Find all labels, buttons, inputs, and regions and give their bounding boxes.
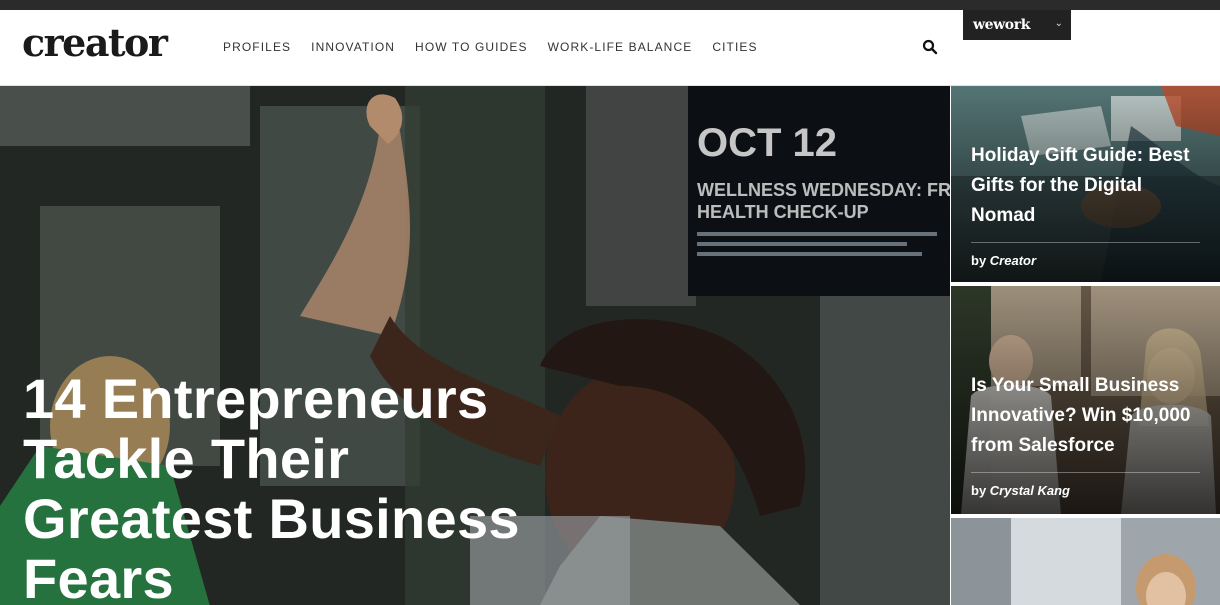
divider [971, 242, 1200, 243]
divider [971, 472, 1200, 473]
nav-item-profiles[interactable]: PROFILES [223, 40, 291, 54]
byline-prefix: by [971, 253, 987, 268]
hero-title[interactable]: 14 Entrepreneurs Tackle Their Greatest B… [23, 369, 583, 605]
site-logo[interactable]: creator [22, 24, 168, 62]
story-card[interactable]: Is Your Small Business Innovative? Win $… [951, 286, 1220, 514]
nav-item-how-to-guides[interactable]: HOW TO GUIDES [415, 40, 528, 54]
author-link[interactable]: Creator [990, 253, 1036, 268]
story-card-image [951, 518, 1220, 605]
partner-dropdown[interactable]: wework ⌄ [963, 10, 1071, 40]
author-link[interactable]: Crystal Kang [990, 483, 1070, 498]
nav-item-innovation[interactable]: INNOVATION [311, 40, 395, 54]
story-card[interactable]: Holiday Gift Guide: Best Gifts for the D… [951, 86, 1220, 282]
nav-item-work-life-balance[interactable]: WORK-LIFE BALANCE [548, 40, 693, 54]
story-card-byline: by Creator [971, 253, 1036, 268]
story-card-title[interactable]: Holiday Gift Guide: Best Gifts for the D… [971, 141, 1211, 231]
sidebar-stories: Holiday Gift Guide: Best Gifts for the D… [951, 86, 1220, 605]
chevron-down-icon: ⌄ [1054, 18, 1063, 29]
story-card-title[interactable]: Is Your Small Business Innovative? Win $… [971, 371, 1211, 461]
search-button[interactable] [922, 39, 940, 57]
story-card-byline: by Crystal Kang [971, 483, 1070, 498]
story-card[interactable] [951, 518, 1220, 605]
search-icon [922, 39, 938, 55]
hero-feature[interactable]: OCT 12 WELLNESS WEDNESDAY: FREE HEALTH C… [0, 86, 950, 605]
main-nav: PROFILES INNOVATION HOW TO GUIDES WORK-L… [223, 40, 778, 54]
byline-prefix: by [971, 483, 987, 498]
nav-item-cities[interactable]: CITIES [712, 40, 757, 54]
wework-logo: wework [973, 17, 1031, 33]
top-strip [0, 0, 1220, 10]
